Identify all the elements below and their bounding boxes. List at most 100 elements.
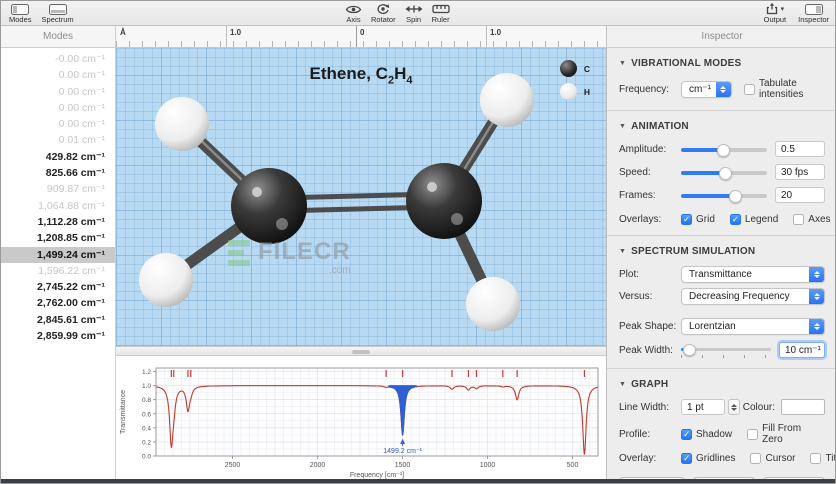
checkbox-box[interactable]: ✓ — [681, 214, 692, 225]
molecule-canvas[interactable]: Ethene, C2H4 C H FILECR .com — [116, 48, 606, 346]
inspector-toggle-button[interactable]: Inspector — [798, 1, 829, 24]
spectrum-toggle-label: Spectrum — [41, 15, 74, 24]
section-animation[interactable]: ▼ ANIMATION — [619, 121, 825, 132]
svg-text:2000: 2000 — [310, 462, 326, 469]
colour-well[interactable] — [781, 399, 825, 415]
legend-hydrogen: H — [559, 83, 590, 100]
watermark-suffix: .com — [329, 265, 351, 276]
ruler-label: Ruler — [431, 15, 450, 24]
mode-item[interactable]: -0.00 cm⁻¹ — [1, 51, 115, 67]
ruler-tick-label: 1.0 — [490, 28, 502, 37]
checkbox-box[interactable] — [750, 453, 762, 464]
ruler-icon — [431, 3, 450, 15]
mode-item[interactable]: 825.66 cm⁻¹ — [1, 165, 115, 181]
checkbox-box[interactable] — [747, 428, 759, 440]
splitter-grip[interactable] — [352, 350, 370, 354]
frames-field[interactable]: 20 — [775, 187, 825, 203]
checkbox-shadow[interactable]: ✓ Shadow — [681, 423, 732, 445]
modes-toggle-button[interactable]: Modes — [9, 1, 32, 24]
checkbox-title[interactable]: Title — [810, 453, 835, 464]
peak-width-field[interactable]: 10 cm⁻¹ — [779, 342, 825, 358]
mode-item[interactable]: 0.00 cm⁻¹ — [1, 67, 115, 83]
amplitude-slider[interactable] — [681, 143, 767, 157]
checkbox-fill-from-zero[interactable]: Fill From Zero — [747, 423, 810, 445]
checkbox-box[interactable]: ✓ — [681, 428, 692, 440]
checkbox-label: Shadow — [696, 428, 733, 440]
tabulate-intensities-checkbox[interactable]: Tabulate intensities — [743, 78, 825, 100]
mode-item[interactable]: 2,845.61 cm⁻¹ — [1, 312, 115, 328]
mode-item[interactable]: 1,064.88 cm⁻¹ — [1, 198, 115, 214]
mode-item[interactable]: 1,596.22 cm⁻¹ — [1, 263, 115, 279]
peak-width-label: Peak Width: — [619, 344, 673, 356]
frames-slider[interactable] — [681, 189, 767, 203]
checkbox-box[interactable]: ✓ — [729, 214, 741, 225]
checkbox-axes[interactable]: Axes — [793, 214, 831, 225]
line-width-field[interactable]: 1 pt — [681, 399, 725, 415]
checkbox-box[interactable] — [793, 214, 805, 225]
disclosure-triangle-icon[interactable]: ▼ — [619, 123, 626, 130]
plot-popup[interactable]: Transmittance — [681, 266, 825, 283]
mode-item[interactable]: 0.00 cm⁻¹ — [1, 116, 115, 132]
molecule[interactable] — [116, 48, 606, 346]
disclosure-triangle-icon[interactable]: ▼ — [619, 60, 626, 67]
mode-item[interactable]: 429.82 cm⁻¹ — [1, 149, 115, 165]
checkbox-gridlines[interactable]: ✓ Gridlines — [681, 453, 735, 464]
modes-list[interactable]: -0.00 cm⁻¹ 0.00 cm⁻¹ 0.00 cm⁻¹ 0.00 cm⁻¹ 0.0… — [1, 48, 116, 481]
spectrum-toggle-button[interactable]: Spectrum — [42, 1, 74, 24]
checkbox-cursor[interactable]: Cursor — [750, 453, 795, 464]
watermark: FILECR .com — [228, 240, 351, 276]
mode-item[interactable]: 1,208.85 cm⁻¹ — [1, 230, 115, 246]
carbon-sphere-icon — [559, 60, 577, 77]
inspector-panel-title: Inspector — [606, 26, 835, 48]
mode-item[interactable]: 0.00 cm⁻¹ — [1, 84, 115, 100]
svg-text:1000: 1000 — [480, 462, 496, 469]
window-bottom-edge — [1, 479, 835, 483]
modes-panel-icon — [11, 3, 30, 15]
splitter-handle[interactable] — [116, 346, 606, 356]
mode-item[interactable]: 909.87 cm⁻¹ — [1, 181, 115, 197]
checkbox-grid[interactable]: ✓ Grid — [681, 214, 715, 225]
line-width-stepper[interactable] — [728, 399, 740, 415]
versus-popup[interactable]: Decreasing Frequency — [681, 288, 825, 305]
peak-width-slider[interactable] — [681, 342, 771, 358]
peak-shape-popup[interactable]: Lorentzian — [681, 318, 825, 335]
rotator-icon — [376, 3, 390, 15]
carbon-atoms[interactable] — [231, 163, 482, 244]
spectrum-plot[interactable]: 2500 2000 1500 1000 500 0.0 0.2 0.4 0.6 0.8 1.0 1.2… — [116, 356, 606, 481]
mode-item[interactable]: 2,859.99 cm⁻¹ — [1, 328, 115, 344]
speed-slider[interactable] — [681, 166, 767, 180]
axis-eye-icon — [345, 3, 362, 15]
checkbox-box[interactable] — [810, 453, 822, 464]
watermark-text: FILECR — [258, 238, 351, 265]
mode-item[interactable]: 2,745.22 cm⁻¹ — [1, 279, 115, 295]
disclosure-triangle-icon[interactable]: ▼ — [619, 248, 626, 255]
mode-item[interactable]: 2,762.00 cm⁻¹ — [1, 295, 115, 311]
spin-button[interactable]: Spin — [405, 1, 423, 24]
amplitude-field[interactable]: 0.5 — [775, 141, 825, 157]
ruler-button[interactable]: Ruler — [432, 1, 450, 24]
checkbox-legend[interactable]: ✓ Legend — [729, 214, 778, 225]
section-graph[interactable]: ▼ GRAPH — [619, 379, 825, 390]
atom-legend: C H — [559, 60, 590, 100]
section-spectrum-simulation[interactable]: ▼ SPECTRUM SIMULATION — [619, 246, 825, 257]
output-button[interactable]: ▾ Output — [764, 1, 786, 24]
disclosure-triangle-icon[interactable]: ▼ — [619, 381, 626, 388]
popup-chevrons-icon — [809, 319, 824, 334]
axis-button[interactable]: Axis — [345, 1, 362, 24]
svg-text:0.4: 0.4 — [142, 425, 151, 432]
mode-item[interactable]: 1,112.28 cm⁻¹ — [1, 214, 115, 230]
checkbox-label: Axes — [808, 214, 831, 225]
frequency-unit-popup[interactable]: cm⁻¹ — [681, 80, 732, 98]
mode-item[interactable]: 1,499.24 cm⁻¹ — [1, 246, 115, 263]
speed-field[interactable]: 30 fps — [775, 164, 825, 180]
overlays-group: ✓ Grid ✓ Legend Axes — [681, 214, 835, 225]
mode-item[interactable]: 0.00 cm⁻¹ — [1, 100, 115, 116]
checkbox-box[interactable] — [743, 83, 755, 95]
axis-label: Axis — [346, 15, 361, 24]
popup-chevrons-icon — [809, 289, 824, 304]
checkbox-box[interactable]: ✓ — [681, 453, 692, 464]
rotator-button[interactable]: Rotator — [371, 1, 396, 24]
svg-text:0.6: 0.6 — [142, 411, 151, 418]
section-vibrational-modes[interactable]: ▼ VIBRATIONAL MODES — [619, 58, 825, 69]
mode-item[interactable]: 0.01 cm⁻¹ — [1, 132, 115, 148]
